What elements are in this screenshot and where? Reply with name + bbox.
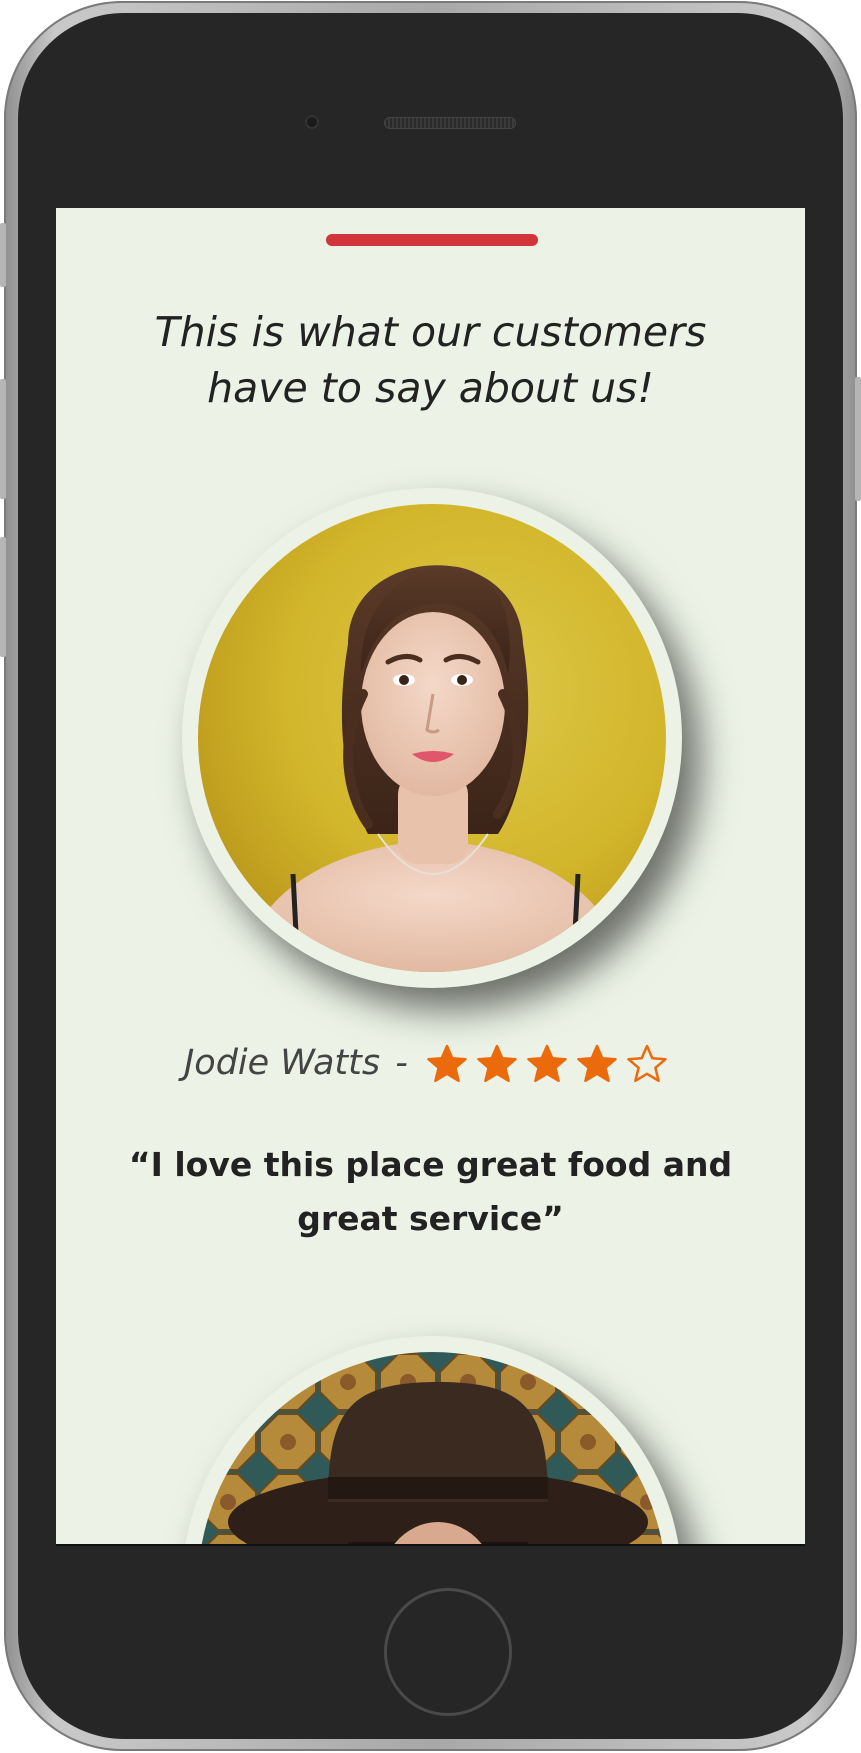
star-filled-icon: [477, 1044, 517, 1083]
volume-down-button: [0, 537, 6, 657]
accent-bar: [326, 234, 538, 246]
avatar-ring: [182, 488, 682, 988]
power-button: [855, 377, 861, 501]
star-filled-icon: [577, 1044, 617, 1083]
avatar-ring: [182, 1336, 682, 1544]
customer-photo: [198, 504, 666, 972]
star-outline-icon: [627, 1044, 667, 1083]
customer-photo: [198, 1352, 666, 1544]
silent-switch: [0, 223, 6, 287]
reviewer-row: Jodie Watts -: [56, 1038, 805, 1087]
home-button[interactable]: [384, 1588, 512, 1716]
reviewer-name: Jodie Watts: [183, 1043, 381, 1083]
volume-up-button: [0, 379, 6, 499]
screen: This is what our customers have to say a…: [56, 208, 805, 1546]
star-filled-icon: [527, 1044, 567, 1083]
testimonials-heading: This is what our customers have to say a…: [56, 304, 805, 416]
person-with-hat-image: [198, 1352, 666, 1544]
star-filled-icon: [427, 1044, 467, 1083]
testimonial-quote: “I love this place great food and great …: [128, 1145, 733, 1238]
earpiece-speaker: [384, 117, 516, 129]
front-camera: [305, 115, 319, 129]
star-rating: [427, 1039, 677, 1087]
heading-line-2: have to say about us!: [207, 364, 654, 412]
woman-portrait-image: [198, 504, 666, 972]
heading-line-1: This is what our customers: [154, 308, 707, 356]
name-separator: -: [395, 1043, 408, 1083]
